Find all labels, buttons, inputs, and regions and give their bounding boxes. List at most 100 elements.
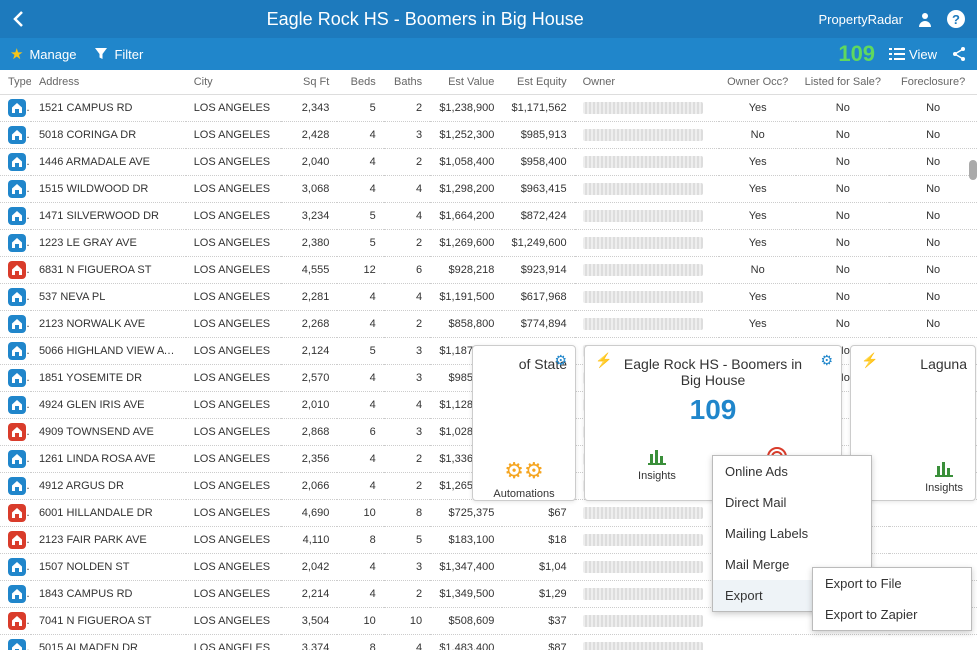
cell-city: LOS ANGELES: [186, 122, 281, 149]
insights-icon: [646, 446, 668, 466]
cell-owner: [575, 122, 719, 149]
col-owner-occ[interactable]: Owner Occ?: [719, 70, 796, 95]
cell-sqft: 2,343: [281, 95, 338, 122]
cell-beds: 8: [337, 527, 383, 554]
col-city[interactable]: City: [186, 70, 281, 95]
cell-beds: 5: [337, 230, 383, 257]
property-type-icon: [8, 504, 26, 522]
cell-city: LOS ANGELES: [186, 500, 281, 527]
col-owner[interactable]: Owner: [575, 70, 719, 95]
menu-mailing-labels[interactable]: Mailing Labels: [713, 518, 871, 549]
cell-foreclosure: No: [889, 149, 977, 176]
owner-redacted: [583, 318, 703, 330]
share-icon[interactable]: [951, 46, 967, 62]
user-icon[interactable]: [917, 11, 933, 27]
cell-baths: 2: [384, 581, 430, 608]
col-baths[interactable]: Baths: [384, 70, 430, 95]
filter-button[interactable]: Filter: [94, 47, 143, 62]
table-row[interactable]: 2123 NORWALK AVELOS ANGELES2,26842$858,8…: [0, 311, 977, 338]
property-type-icon: [8, 369, 26, 387]
menu-online-ads[interactable]: Online Ads: [713, 456, 871, 487]
card-main-count: 109: [593, 394, 833, 426]
manage-button[interactable]: ★ Manage: [10, 45, 76, 63]
cell-sqft: 3,068: [281, 176, 338, 203]
col-beds[interactable]: Beds: [337, 70, 383, 95]
cell-sqft: 2,066: [281, 473, 338, 500]
menu-export-file[interactable]: Export to File: [813, 568, 971, 599]
cell-est-value: $1,252,300: [430, 122, 502, 149]
col-sqft[interactable]: Sq Ft: [281, 70, 338, 95]
cell-beds: 4: [337, 149, 383, 176]
menu-export-zapier[interactable]: Export to Zapier: [813, 599, 971, 630]
table-row[interactable]: 1521 CAMPUS RDLOS ANGELES2,34352$1,238,9…: [0, 95, 977, 122]
cell-est-equity: $774,894: [502, 311, 574, 338]
col-est-equity[interactable]: Est Equity: [502, 70, 574, 95]
cell-beds: 6: [337, 419, 383, 446]
property-type-icon: [8, 423, 26, 441]
cell-address: 1851 YOSEMITE DR: [31, 365, 186, 392]
cell-baths: 4: [384, 176, 430, 203]
cell-baths: 8: [384, 500, 430, 527]
cell-address: 1471 SILVERWOOD DR: [31, 203, 186, 230]
table-row[interactable]: 1471 SILVERWOOD DRLOS ANGELES3,23454$1,6…: [0, 203, 977, 230]
scrollbar-thumb[interactable]: [969, 160, 977, 180]
cell-owner-occ: No: [719, 122, 796, 149]
app-header: Eagle Rock HS - Boomers in Big House Pro…: [0, 0, 977, 38]
insights-icon: [933, 458, 955, 478]
col-type[interactable]: Type: [0, 70, 31, 95]
insights-label: Insights: [925, 482, 963, 494]
owner-redacted: [583, 264, 703, 276]
back-icon[interactable]: [12, 10, 32, 28]
insights-button[interactable]: Insights: [638, 446, 676, 484]
col-address[interactable]: Address: [31, 70, 186, 95]
view-button[interactable]: View: [889, 47, 937, 62]
cell-owner-occ: Yes: [719, 95, 796, 122]
table-row[interactable]: 1515 WILDWOOD DRLOS ANGELES3,06844$1,298…: [0, 176, 977, 203]
cell-baths: 2: [384, 473, 430, 500]
cell-address: 2123 NORWALK AVE: [31, 311, 186, 338]
cell-foreclosure: No: [889, 203, 977, 230]
cell-city: LOS ANGELES: [186, 581, 281, 608]
cell-baths: 2: [384, 446, 430, 473]
table-row[interactable]: 6831 N FIGUEROA STLOS ANGELES4,555126$92…: [0, 257, 977, 284]
col-foreclosure[interactable]: Foreclosure?: [889, 70, 977, 95]
insights-button[interactable]: Insights: [925, 458, 963, 494]
cell-address: 1261 LINDA ROSA AVE: [31, 446, 186, 473]
cell-baths: 4: [384, 284, 430, 311]
cell-address: 4924 GLEN IRIS AVE: [31, 392, 186, 419]
gear-icon[interactable]: ⚙: [820, 352, 833, 369]
cell-est-equity: $872,424: [502, 203, 574, 230]
help-icon[interactable]: ?: [947, 10, 965, 28]
cell-city: LOS ANGELES: [186, 392, 281, 419]
cell-address: 5066 HIGHLAND VIEW AVE: [31, 338, 186, 365]
cell-address: 1521 CAMPUS RD: [31, 95, 186, 122]
property-type-icon: [8, 207, 26, 225]
property-type-icon: [8, 234, 26, 252]
automations-button[interactable]: ⚙⚙ Automations: [493, 458, 554, 500]
cell-owner: [575, 311, 719, 338]
cell-baths: 5: [384, 527, 430, 554]
cell-owner: [575, 95, 719, 122]
property-type-icon: [8, 450, 26, 468]
col-listed[interactable]: Listed for Sale?: [796, 70, 889, 95]
view-label: View: [909, 47, 937, 62]
table-row[interactable]: 1446 ARMADALE AVELOS ANGELES2,04042$1,05…: [0, 149, 977, 176]
table-row[interactable]: 537 NEVA PLLOS ANGELES2,28144$1,191,500$…: [0, 284, 977, 311]
menu-direct-mail[interactable]: Direct Mail: [713, 487, 871, 518]
table-row[interactable]: 1223 LE GRAY AVELOS ANGELES2,38052$1,269…: [0, 230, 977, 257]
property-type-icon: [8, 477, 26, 495]
gear-icon[interactable]: ⚙: [554, 352, 567, 369]
cell-est-equity: $1,249,600: [502, 230, 574, 257]
property-type-icon: [8, 288, 26, 306]
cell-beds: 10: [337, 500, 383, 527]
star-icon: ★: [10, 45, 23, 63]
cell-sqft: 3,504: [281, 608, 338, 635]
col-est-value[interactable]: Est Value: [430, 70, 502, 95]
cell-baths: 6: [384, 257, 430, 284]
cell-est-value: $1,238,900: [430, 95, 502, 122]
cell-sqft: 4,555: [281, 257, 338, 284]
cell-city: LOS ANGELES: [186, 311, 281, 338]
list-card-prev[interactable]: ⚙ of State ⚙⚙ Automations: [472, 345, 576, 501]
table-row[interactable]: 5018 CORINGA DRLOS ANGELES2,42843$1,252,…: [0, 122, 977, 149]
cell-listed: No: [796, 203, 889, 230]
